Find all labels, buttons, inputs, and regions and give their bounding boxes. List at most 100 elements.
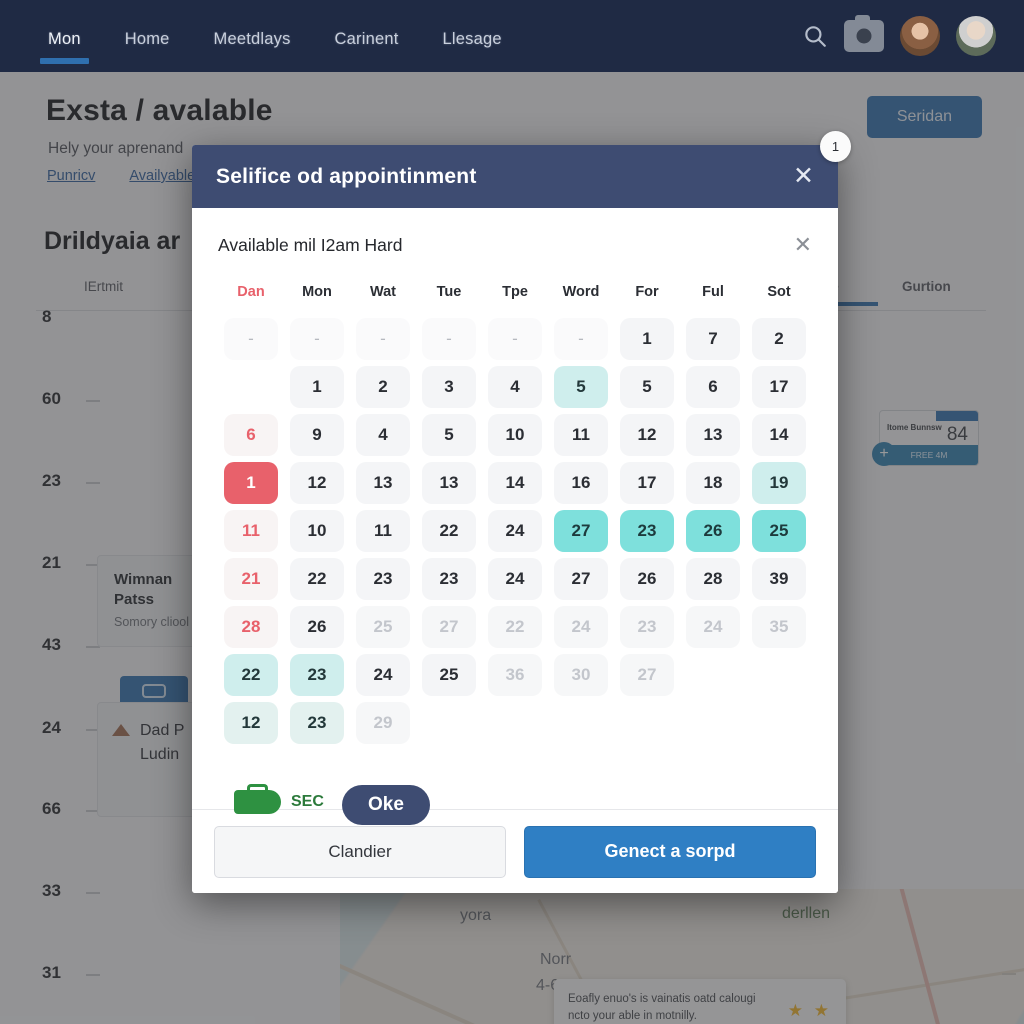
oke-button[interactable]: Oke: [342, 785, 430, 825]
calendar-day-cell[interactable]: 11: [554, 414, 608, 456]
calendar-day-cell[interactable]: 12: [224, 702, 278, 744]
calendar-day-cell[interactable]: 10: [290, 510, 344, 552]
seridan-button[interactable]: Seridan: [866, 96, 982, 138]
calendar-day-cell[interactable]: 27: [620, 654, 674, 696]
close-icon[interactable]: ✕: [794, 234, 812, 256]
calendar-day-cell[interactable]: 7: [686, 318, 740, 360]
calendar-day-cell[interactable]: 23: [290, 654, 344, 696]
calendar-day-cell[interactable]: -: [224, 318, 278, 360]
calendar-day-cell[interactable]: 1: [290, 366, 344, 408]
calendar-grid[interactable]: Dan Mon Wat Tue Tpe Word For Ful Sot - - - - - -1 7 2 1 2 3…: [218, 284, 812, 744]
calendar-day-cell[interactable]: 27: [422, 606, 476, 648]
notification-badge[interactable]: 1: [820, 131, 851, 162]
calendar-day-cell[interactable]: 3: [422, 366, 476, 408]
calendar-day-cell[interactable]: 27: [554, 510, 608, 552]
calendar-day-cell[interactable]: 24: [554, 606, 608, 648]
page-link-1[interactable]: Availyable: [129, 168, 195, 184]
calendar-day-cell[interactable]: 25: [752, 510, 806, 552]
calendar-day-cell[interactable]: 1: [224, 462, 278, 504]
calendar-day-cell[interactable]: 2: [752, 318, 806, 360]
calendar-day-cell[interactable]: 17: [752, 366, 806, 408]
avatar-woman[interactable]: [900, 16, 940, 56]
clandier-button[interactable]: Clandier: [214, 825, 506, 878]
calendar-day-cell[interactable]: 9: [290, 414, 344, 456]
calendar-day-cell[interactable]: 25: [356, 606, 410, 648]
calendar-day-cell[interactable]: 24: [488, 510, 542, 552]
calendar-day-cell[interactable]: 4: [356, 414, 410, 456]
calendar-day-cell[interactable]: -: [422, 318, 476, 360]
avatar-man[interactable]: [956, 16, 996, 56]
calendar-day-cell[interactable]: 23: [422, 558, 476, 600]
calendar-day-cell[interactable]: 21: [224, 558, 278, 600]
nav-link-meetdlays[interactable]: Meetdlays: [214, 0, 291, 72]
calendar-day-cell[interactable]: 13: [422, 462, 476, 504]
calendar-day-cell[interactable]: 10: [488, 414, 542, 456]
calendar-day-cell[interactable]: 35: [752, 606, 806, 648]
calendar-day-cell[interactable]: 14: [488, 462, 542, 504]
modal-subtitle-row: Available mil I2am Hard ✕: [218, 234, 812, 256]
camera-icon[interactable]: [844, 15, 884, 52]
calendar-day-cell[interactable]: 13: [356, 462, 410, 504]
calendar-day-cell[interactable]: 26: [290, 606, 344, 648]
axis-value-5: 24: [42, 718, 100, 738]
calendar-day-cell[interactable]: 23: [290, 702, 344, 744]
axis-label: 60: [42, 389, 61, 408]
nav-link-home[interactable]: Home: [125, 0, 170, 72]
calendar-day-cell[interactable]: 29: [356, 702, 410, 744]
calendar-day-cell[interactable]: 23: [620, 606, 674, 648]
add-icon[interactable]: +: [872, 442, 896, 466]
calendar-day-cell[interactable]: -: [554, 318, 608, 360]
calendar-day-cell[interactable]: 6: [224, 414, 278, 456]
calendar-day-cell[interactable]: 18: [686, 462, 740, 504]
calendar-day-cell[interactable]: 13: [686, 414, 740, 456]
calendar-day-cell[interactable]: 17: [620, 462, 674, 504]
calendar-day-cell[interactable]: -: [356, 318, 410, 360]
calendar-day-cell[interactable]: 11: [224, 510, 278, 552]
calendar-day-cell[interactable]: 27: [554, 558, 608, 600]
close-icon[interactable]: ✕: [793, 164, 814, 189]
calendar-day-cell[interactable]: 5: [422, 414, 476, 456]
calendar-day-cell[interactable]: 22: [488, 606, 542, 648]
genect-a-sorpd-button[interactable]: Genect a sorpd: [524, 825, 816, 878]
calendar-day-cell[interactable]: 24: [488, 558, 542, 600]
calendar-day-cell[interactable]: 28: [686, 558, 740, 600]
calendar-day-cell[interactable]: 19: [752, 462, 806, 504]
search-icon[interactable]: [802, 23, 828, 49]
nav-link-mon[interactable]: Mon: [40, 0, 89, 72]
calendar-day-cell[interactable]: 23: [356, 558, 410, 600]
calendar-day-cell[interactable]: 16: [554, 462, 608, 504]
calendar-weekday-3: Tue: [436, 284, 462, 300]
calendar-day-cell[interactable]: 23: [620, 510, 674, 552]
calendar-day-cell[interactable]: -: [488, 318, 542, 360]
calendar-day-cell[interactable]: 25: [422, 654, 476, 696]
nav-link-carinent[interactable]: Carinent: [335, 0, 399, 72]
map-tooltip[interactable]: Eoafly enuo's is vainatis oatd calougi n…: [554, 979, 846, 1024]
table-header-col3: Gurtion: [902, 279, 951, 294]
nav-link-llesage[interactable]: Llesage: [443, 0, 502, 72]
calendar-day-cell[interactable]: 22: [224, 654, 278, 696]
calendar-day-cell[interactable]: 26: [620, 558, 674, 600]
calendar-day-cell[interactable]: 11: [356, 510, 410, 552]
calendar-day-cell[interactable]: 39: [752, 558, 806, 600]
calendar-day-cell[interactable]: 36: [488, 654, 542, 696]
calendar-day-cell[interactable]: 26: [686, 510, 740, 552]
calendar-day-cell[interactable]: 5: [554, 366, 608, 408]
calendar-day-cell[interactable]: 12: [620, 414, 674, 456]
calendar-day-cell[interactable]: 12: [290, 462, 344, 504]
calendar-day-cell[interactable]: 1: [620, 318, 674, 360]
calendar-day-cell[interactable]: 28: [224, 606, 278, 648]
calendar-day-cell[interactable]: 4: [488, 366, 542, 408]
calendar-day-cell[interactable]: 5: [620, 366, 674, 408]
calendar-day-cell[interactable]: 22: [290, 558, 344, 600]
calendar-day-cell[interactable]: 24: [356, 654, 410, 696]
calendar-day-cell[interactable]: 24: [686, 606, 740, 648]
calendar-day-cell[interactable]: -: [290, 318, 344, 360]
page-link-0[interactable]: Punricv: [47, 168, 95, 184]
briefcase-icon: [234, 784, 281, 814]
calendar-day-cell: [752, 702, 806, 744]
calendar-day-cell[interactable]: 14: [752, 414, 806, 456]
calendar-day-cell[interactable]: 2: [356, 366, 410, 408]
calendar-day-cell[interactable]: 22: [422, 510, 476, 552]
calendar-day-cell[interactable]: 30: [554, 654, 608, 696]
calendar-day-cell[interactable]: 6: [686, 366, 740, 408]
